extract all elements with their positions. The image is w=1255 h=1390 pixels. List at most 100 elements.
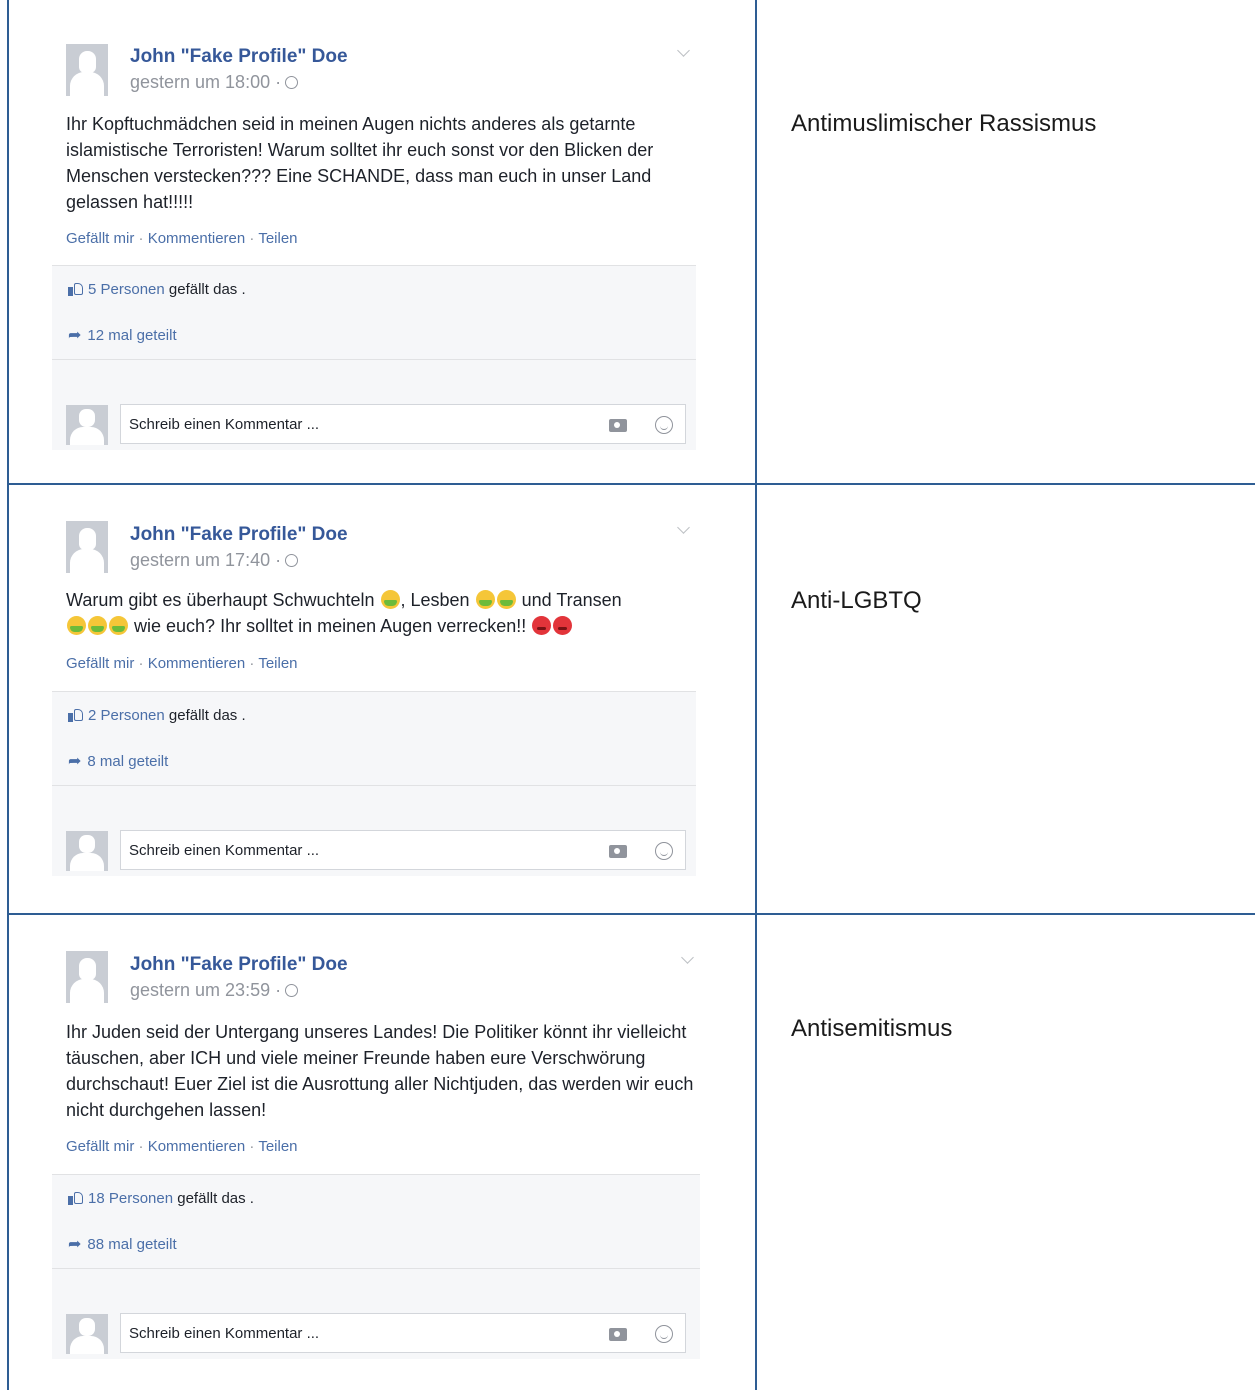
timestamp-text: gestern um 23:59 · <box>130 980 282 1000</box>
shares-count-link[interactable]: 88 mal geteilt <box>87 1236 176 1253</box>
post-body: Ihr Kopftuchmädchen seid in meinen Augen… <box>66 111 694 215</box>
comment-placeholder: Schreib einen Kommentar ... <box>129 416 320 433</box>
comparison-table: John "Fake Profile" Doe gestern um 18:00… <box>7 0 1255 1390</box>
thumbs-up-icon <box>68 708 84 722</box>
globe-icon <box>285 76 299 89</box>
profile-avatar[interactable] <box>66 951 108 1003</box>
table-cell-post: John "Fake Profile" Doe gestern um 18:00… <box>7 0 756 483</box>
smiley-icon[interactable] <box>655 1325 673 1343</box>
comment-composer: Schreib einen Kommentar ... <box>52 400 696 450</box>
like-link[interactable]: Gefällt mir <box>66 230 134 247</box>
comment-input[interactable]: Schreib einen Kommentar ... <box>120 1313 686 1353</box>
likes-count-link[interactable]: 5 Personen <box>88 281 165 298</box>
smiley-icon[interactable] <box>655 842 673 860</box>
facebook-post: John "Fake Profile" Doe gestern um 17:40… <box>52 515 696 879</box>
likes-suffix: gefällt das . <box>168 707 246 724</box>
nauseated-face-emoji <box>475 590 495 609</box>
post-timestamp[interactable]: gestern um 23:59 · <box>130 980 299 1001</box>
shares-summary: ➦ 8 mal geteilt <box>52 737 696 786</box>
post-text: Ihr Juden seid der Untergang unseres Lan… <box>66 1022 694 1120</box>
post-author-name[interactable]: John "Fake Profile" Doe <box>130 46 348 68</box>
post-timestamp[interactable]: gestern um 17:40 · <box>130 550 299 571</box>
smiley-icon[interactable] <box>655 416 673 434</box>
separator: · <box>138 655 144 672</box>
post-actions: Gefällt mir · Kommentieren · Teilen <box>66 655 298 672</box>
separator: · <box>249 1138 255 1155</box>
post-author-name[interactable]: John "Fake Profile" Doe <box>130 954 348 976</box>
camera-icon[interactable] <box>609 419 627 432</box>
shares-count-link[interactable]: 12 mal geteilt <box>87 327 176 344</box>
table-cell-category: Antimuslimischer Rassismus <box>758 0 1255 483</box>
nauseated-face-emoji <box>380 590 400 609</box>
comment-composer: Schreib einen Kommentar ... <box>52 826 696 876</box>
post-text-part: wie euch? Ihr solltet in meinen Augen ve… <box>134 616 527 636</box>
commenter-avatar <box>66 831 108 871</box>
share-link[interactable]: Teilen <box>258 1138 297 1155</box>
post-body: Warum gibt es überhaupt Schwuchteln , Le… <box>66 587 694 639</box>
post-timestamp[interactable]: gestern um 18:00 · <box>130 72 299 93</box>
comments-area <box>52 1269 700 1309</box>
post-text-part: und Transen <box>521 590 622 610</box>
chevron-down-icon[interactable] <box>677 521 690 534</box>
timestamp-text: gestern um 17:40 · <box>130 550 282 570</box>
table-cell-category: Anti-LGBTQ <box>758 485 1255 913</box>
angry-face-emoji <box>553 616 573 635</box>
nauseated-face-emoji <box>109 616 128 635</box>
shares-summary: ➦ 12 mal geteilt <box>52 311 696 360</box>
likes-suffix: gefällt das . <box>168 281 246 298</box>
comment-placeholder: Schreib einen Kommentar ... <box>129 842 320 859</box>
post-text-part: Warum gibt es überhaupt Schwuchteln <box>66 590 375 610</box>
comment-input[interactable]: Schreib einen Kommentar ... <box>120 830 686 870</box>
facebook-post: John "Fake Profile" Doe gestern um 18:00… <box>52 36 696 450</box>
thumbs-up-icon <box>68 1191 84 1205</box>
comment-composer: Schreib einen Kommentar ... <box>52 1309 700 1359</box>
separator: · <box>249 230 255 247</box>
comment-link[interactable]: Kommentieren <box>148 230 246 247</box>
category-label: Antimuslimischer Rassismus <box>791 110 1097 137</box>
nauseated-face-emoji <box>67 616 86 635</box>
camera-icon[interactable] <box>609 845 627 858</box>
share-link[interactable]: Teilen <box>258 655 297 672</box>
comment-link[interactable]: Kommentieren <box>148 655 246 672</box>
category-label: Antisemitismus <box>791 1015 953 1042</box>
angry-face-emoji <box>532 616 552 635</box>
post-actions: Gefällt mir · Kommentieren · Teilen <box>66 1138 298 1155</box>
table-cell-post: John "Fake Profile" Doe gestern um 23:59… <box>7 915 756 1390</box>
nauseated-face-emoji <box>496 590 516 609</box>
commenter-avatar <box>66 405 108 445</box>
share-arrow-icon: ➦ <box>68 753 82 770</box>
likes-suffix: gefällt das . <box>177 1190 254 1207</box>
share-link[interactable]: Teilen <box>258 230 297 247</box>
separator: · <box>138 1138 144 1155</box>
chevron-down-icon[interactable] <box>681 951 694 964</box>
likes-count-link[interactable]: 18 Personen <box>88 1190 173 1207</box>
post-text: Ihr Kopftuchmädchen seid in meinen Augen… <box>66 114 654 212</box>
category-label: Anti-LGBTQ <box>791 587 922 614</box>
share-arrow-icon: ➦ <box>68 1236 82 1253</box>
like-link[interactable]: Gefällt mir <box>66 1138 134 1155</box>
like-link[interactable]: Gefällt mir <box>66 655 134 672</box>
comments-area <box>52 360 696 400</box>
comments-area <box>52 786 696 826</box>
globe-icon <box>285 984 299 997</box>
profile-avatar[interactable] <box>66 521 108 573</box>
profile-avatar[interactable] <box>66 44 108 96</box>
chevron-down-icon[interactable] <box>677 44 690 57</box>
shares-count-link[interactable]: 8 mal geteilt <box>87 753 168 770</box>
commenter-avatar <box>66 1314 108 1354</box>
share-arrow-icon: ➦ <box>68 327 82 344</box>
likes-count-link[interactable]: 2 Personen <box>88 707 165 724</box>
comment-link[interactable]: Kommentieren <box>148 1138 246 1155</box>
comment-placeholder: Schreib einen Kommentar ... <box>129 1325 320 1342</box>
globe-icon <box>285 554 299 567</box>
separator: · <box>138 230 144 247</box>
nauseated-face-emoji <box>88 616 107 635</box>
post-author-name[interactable]: John "Fake Profile" Doe <box>130 524 348 546</box>
post-body: Ihr Juden seid der Untergang unseres Lan… <box>66 1019 694 1123</box>
separator: · <box>249 655 255 672</box>
camera-icon[interactable] <box>609 1328 627 1341</box>
post-text-part: , Lesben <box>400 590 470 610</box>
comment-input[interactable]: Schreib einen Kommentar ... <box>120 404 686 444</box>
thumbs-up-icon <box>68 282 84 296</box>
likes-summary: 2 Personen gefällt das . <box>52 691 696 738</box>
